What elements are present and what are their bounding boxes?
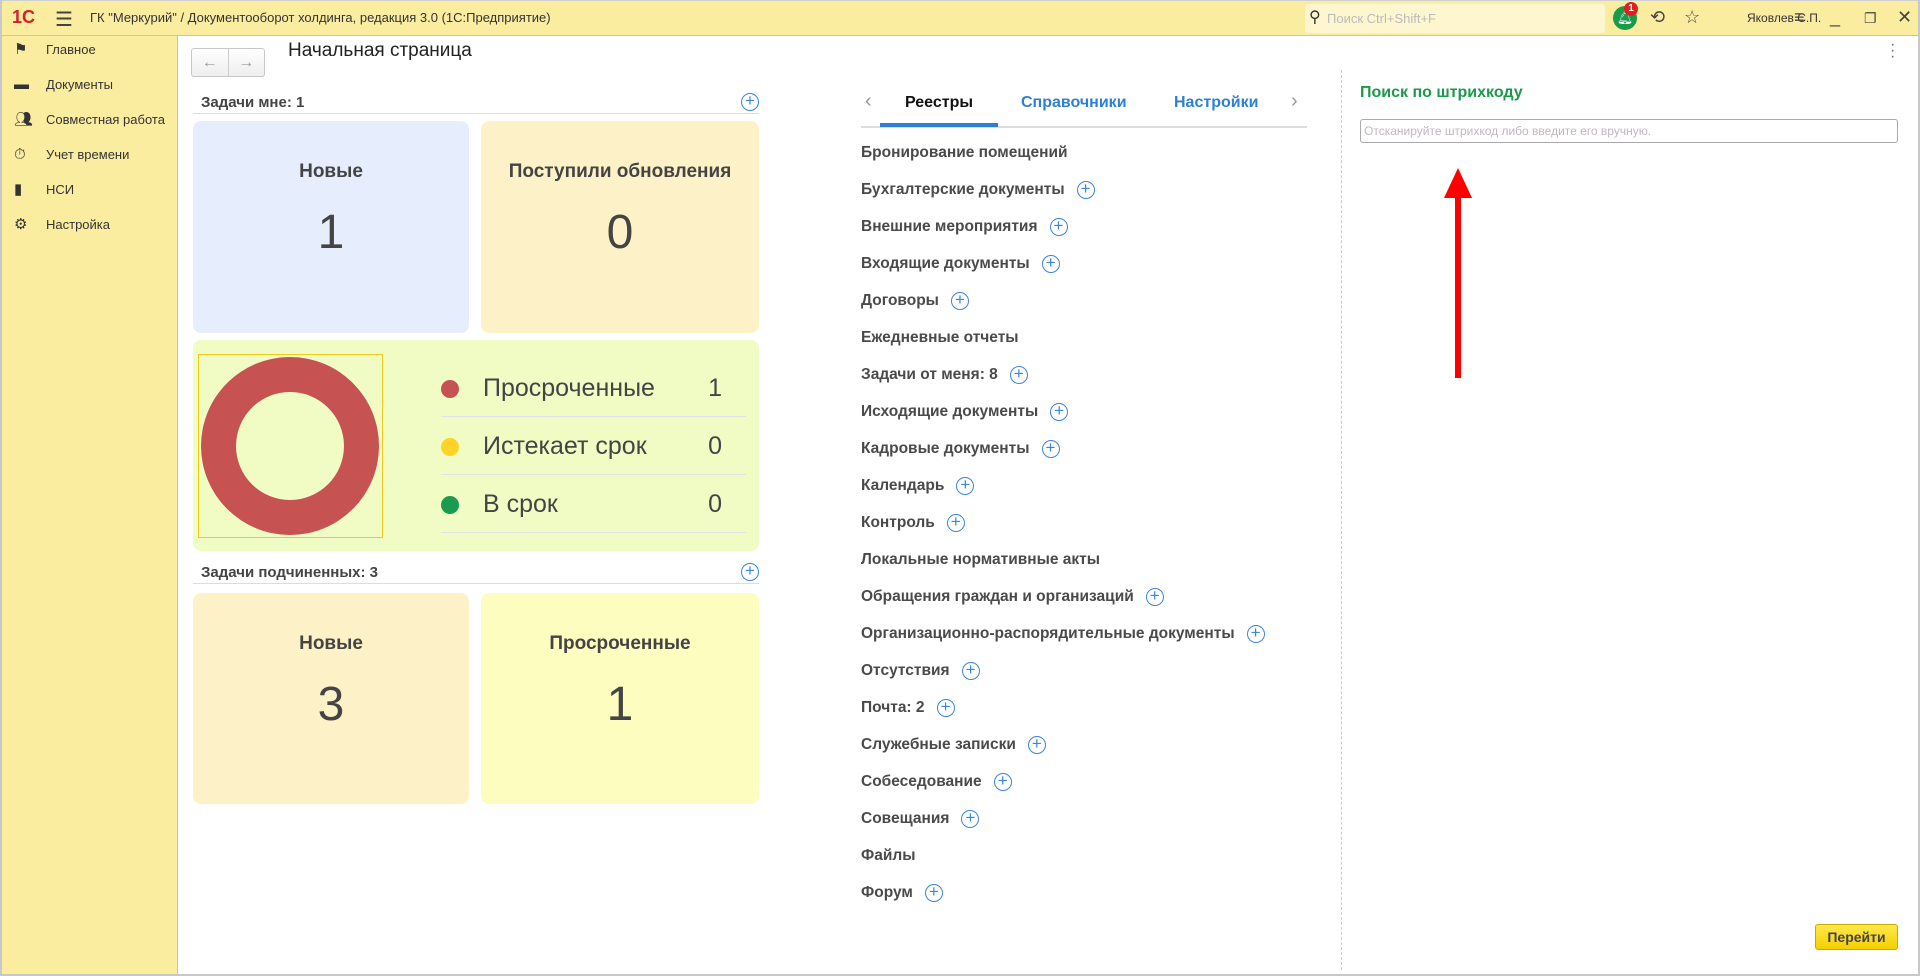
window-frame — [0, 0, 1920, 976]
